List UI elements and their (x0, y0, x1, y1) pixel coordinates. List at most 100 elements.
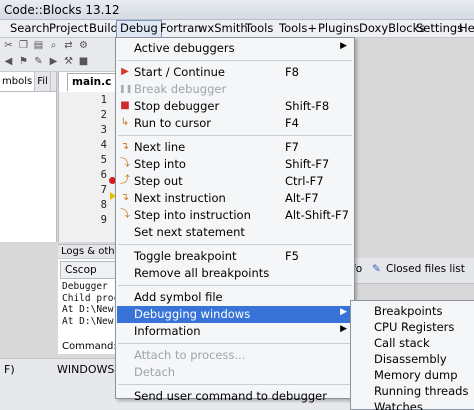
menu-item-start-continue[interactable]: ▶ Start / Continue F8 (117, 64, 353, 81)
line-number: 1 (100, 94, 107, 106)
step-out-icon: ⤴ (120, 175, 130, 186)
menu-item-send-user-command-to-debugger[interactable]: Send user command to debugger (117, 388, 353, 405)
menu-item-set-next-statement[interactable]: Set next statement (117, 224, 353, 241)
menu-item-label: Next instruction (134, 191, 226, 205)
debugging-windows-submenu: Breakpoints CPU Registers Call stack Disass… (350, 300, 474, 410)
menu-item-label: Next line (134, 140, 186, 154)
tab-symbols[interactable]: mbols (0, 72, 36, 91)
menu-item-label: Toggle breakpoint (134, 249, 237, 263)
menu-separator (118, 285, 352, 286)
debug-menu: Active debuggers ▶ ▶ Start / Continue F8 ❚❚ Br… (115, 37, 355, 403)
menu-item-toggle-breakpoint[interactable]: Toggle breakpoint F5 (117, 248, 353, 265)
menu-item-label: Information (134, 324, 201, 338)
submenu-item-memory-dump[interactable]: Memory dump (374, 368, 458, 382)
menu-item-attach-to-process: Attach to process... (117, 347, 353, 364)
menu-item-label: Attach to process... (134, 348, 246, 362)
management-panel: mbols Fil (0, 72, 57, 242)
menu-item-label: Active debuggers (134, 41, 235, 55)
submenu-item-call-stack[interactable]: Call stack (374, 336, 430, 350)
menu-item-remove-all-breakpoints[interactable]: Remove all breakpoints (117, 265, 353, 282)
title-bar: Code::Blocks 13.12 (0, 0, 474, 20)
menu-tools[interactable]: Tools+ (276, 20, 320, 38)
line-number: 6 (100, 169, 107, 181)
line-number: 9 (100, 214, 107, 226)
log-line: Child proc (62, 292, 118, 304)
stop-icon: ■ (120, 100, 130, 111)
logs-panel: Logs & others Cscop Debugger rChild proc… (58, 244, 118, 354)
menu-project[interactable]: Project (46, 20, 91, 38)
submenu-item-breakpoints[interactable]: Breakpoints (374, 304, 442, 318)
submenu-item-disassembly[interactable]: Disassembly (374, 352, 447, 366)
editor-pane: main.c 1 2 3 4 5 6 7 8 9 (58, 72, 119, 242)
closed-files-icon: ✎ (372, 263, 381, 275)
line-number: 7 (100, 184, 107, 196)
menu-item-label: Detach (134, 365, 176, 379)
tab-files[interactable]: Fil (35, 72, 51, 91)
cut-icon[interactable]: ✂ (2, 39, 15, 52)
menu-item-shortcut: F4 (285, 116, 299, 130)
run-icon[interactable]: ▶ (47, 55, 60, 68)
pause-icon: ❚❚ (119, 84, 133, 93)
bookmark-icon[interactable]: ⚑ (17, 55, 30, 68)
step-into-instruction-icon: ⤵ (120, 209, 130, 220)
menu-item-label: Run to cursor (134, 116, 212, 130)
menu-item-next-line[interactable]: ↴ Next line F7 (117, 139, 353, 156)
status-left: F) (4, 363, 15, 376)
next-line-icon: ↴ (120, 141, 130, 152)
log-line: Debugger r (62, 281, 118, 292)
line-number: 4 (100, 139, 107, 151)
log-line: At D:\New (62, 304, 114, 315)
find-icon[interactable]: ⌕ (47, 39, 60, 52)
menu-item-label: Remove all breakpoints (134, 266, 270, 280)
submenu-item-watches[interactable]: Watches (374, 400, 423, 410)
nav-back-icon[interactable]: ◀ (2, 55, 15, 68)
menu-item-active-debuggers[interactable]: Active debuggers ▶ (117, 40, 353, 57)
debugger-log-text: Debugger r Child proc At D:\New At D:\New (62, 281, 118, 327)
submenu-arrow-icon: ▶ (340, 307, 347, 317)
build-icon[interactable]: ⚙ (77, 39, 90, 52)
toolbar: ✂ ❐ ▤ ⌕ ⇄ ⚙ ◀ ⚑ ✎ ▶ ⚒ ■ (0, 38, 115, 72)
editor-tab-main-c[interactable]: main.c (67, 73, 117, 91)
pencil-icon[interactable]: ✎ (32, 55, 45, 68)
menu-bar: Search Project Build Debug Fortran wxSmith Too… (0, 20, 474, 38)
play-icon: ▶ (121, 66, 129, 77)
menu-item-label: Step into instruction (134, 208, 251, 222)
menu-item-shortcut: F5 (285, 249, 299, 263)
menu-item-shortcut: Ctrl-F7 (285, 174, 324, 188)
menu-item-next-instruction[interactable]: ↴ Next instruction Alt-F7 (117, 190, 353, 207)
run-to-cursor-icon: ↳ (120, 117, 130, 128)
menu-item-step-into-instruction[interactable]: ⤵ Step into instruction Alt-Shift-F7 (117, 207, 353, 224)
copy-icon[interactable]: ❐ (17, 39, 30, 52)
submenu-item-cpu-registers[interactable]: CPU Registers (374, 320, 454, 334)
menu-separator (118, 135, 352, 136)
submenu-item-running-threads[interactable]: Running threads (374, 384, 468, 398)
menu-item-shortcut: Shift-F7 (285, 157, 330, 171)
line-number: 8 (100, 199, 107, 211)
menu-item-label: Send user command to debugger (134, 389, 327, 403)
paste-icon[interactable]: ▤ (32, 39, 45, 52)
menu-separator (118, 60, 352, 61)
menu-item-stop-debugger[interactable]: ■ Stop debugger Shift-F8 (117, 98, 353, 115)
menu-debug[interactable]: Debug (116, 20, 162, 38)
menu-item-debugging-windows[interactable]: Debugging windows ▶ (117, 306, 353, 323)
tab-cscope[interactable]: Cscop (60, 261, 116, 279)
menu-item-label: Step out (134, 174, 183, 188)
next-instruction-icon: ↴ (120, 192, 130, 203)
menu-item-label: Stop debugger (134, 99, 220, 113)
tab-closed-files-list[interactable]: Closed files list (386, 263, 465, 275)
debug-icon[interactable]: ⚒ (62, 55, 75, 68)
menu-item-add-symbol-file[interactable]: Add symbol file (117, 289, 353, 306)
menu-item-run-to-cursor[interactable]: ↳ Run to cursor F4 (117, 115, 353, 132)
menu-item-label: Add symbol file (134, 290, 223, 304)
menu-item-step-into[interactable]: ⤵ Step into Shift-F7 (117, 156, 353, 173)
replace-icon[interactable]: ⇄ (62, 39, 75, 52)
log-line: At D:\New (62, 315, 114, 327)
log-tabs-strip: fo ✎ Closed files list (350, 258, 474, 284)
menu-hel[interactable]: Hel (456, 20, 474, 38)
menu-tools[interactable]: Tools (242, 20, 276, 38)
menu-item-shortcut: Alt-F7 (285, 191, 319, 205)
menu-item-information[interactable]: Information ▶ (117, 323, 353, 340)
menu-item-step-out[interactable]: ⤴ Step out Ctrl-F7 (117, 173, 353, 190)
stop-icon[interactable]: ■ (77, 55, 90, 68)
menu-item-shortcut: F8 (285, 65, 299, 79)
